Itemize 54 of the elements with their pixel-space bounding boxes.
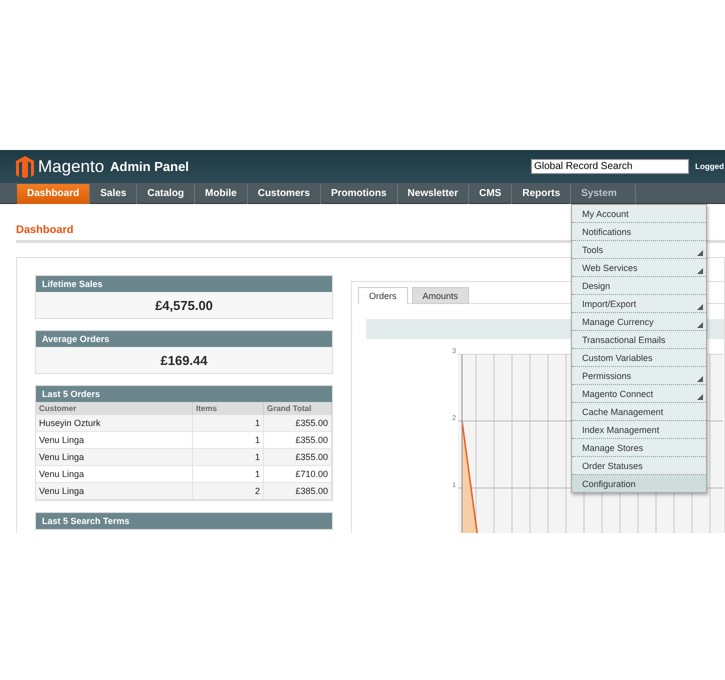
table-cell: £385.00 bbox=[264, 482, 332, 500]
nav-tab[interactable]: Customers bbox=[248, 184, 321, 204]
menu-item[interactable]: Notifications bbox=[572, 223, 706, 241]
table-cell: 2 bbox=[192, 482, 264, 500]
table-cell: 1 bbox=[192, 415, 264, 432]
menu-item[interactable]: Cache Management bbox=[572, 403, 706, 421]
box-header: Last 5 Search Terms bbox=[36, 513, 332, 529]
column-header: Grand Total bbox=[264, 402, 332, 415]
table-cell: 1 bbox=[192, 466, 264, 482]
logo-text: Magento bbox=[38, 156, 104, 176]
nav-tab[interactable]: Newsletter bbox=[398, 184, 470, 204]
box-header: Average Orders bbox=[36, 331, 332, 347]
menu-item[interactable]: Design bbox=[572, 277, 706, 295]
search-field[interactable]: Global Record Search bbox=[531, 159, 690, 174]
table-cell: 1 bbox=[192, 448, 264, 466]
table-cell: £355.00 bbox=[264, 415, 332, 432]
table-cell: £355.00 bbox=[264, 448, 332, 466]
nav-tab[interactable]: Promotions bbox=[320, 184, 398, 204]
menu-item[interactable]: Index Management bbox=[572, 421, 706, 439]
nav-tab[interactable]: Sales bbox=[90, 184, 138, 204]
table-cell: Huseyin Ozturk bbox=[36, 415, 192, 432]
column-header: Customer bbox=[36, 402, 192, 415]
panel-title: Admin Panel bbox=[110, 159, 189, 174]
table-cell: £710.00 bbox=[264, 466, 332, 482]
menu-item[interactable]: Configuration bbox=[572, 475, 706, 492]
table-cell: Venu Linga bbox=[36, 448, 192, 466]
menu-item[interactable]: Manage Stores bbox=[572, 439, 706, 457]
table-cell: Venu Linga bbox=[36, 432, 192, 448]
menu-item[interactable]: Permissions bbox=[572, 367, 706, 385]
menu-item[interactable]: My Account bbox=[572, 205, 706, 223]
menu-item[interactable]: Tools bbox=[572, 241, 706, 259]
nav-tab[interactable]: Reports bbox=[512, 184, 572, 204]
menu-item[interactable]: Magento Connect bbox=[572, 385, 706, 403]
menu-item[interactable]: Web Services bbox=[572, 259, 706, 277]
chart-tab[interactable]: Orders bbox=[358, 287, 408, 304]
nav-tab[interactable]: Mobile bbox=[195, 184, 248, 204]
table-cell: Venu Linga bbox=[36, 482, 192, 500]
menu-item[interactable]: Import/Export bbox=[572, 295, 706, 313]
table-cell: £355.00 bbox=[264, 432, 332, 448]
menu-item[interactable]: Manage Currency bbox=[572, 313, 706, 331]
table-cell: Venu Linga bbox=[36, 466, 192, 482]
logo-icon bbox=[16, 156, 34, 178]
column-header: Items bbox=[192, 402, 264, 415]
menu-item[interactable]: Transactional Emails bbox=[572, 331, 706, 349]
box-header: Last 5 Orders bbox=[36, 386, 332, 402]
table-cell: 1 bbox=[192, 432, 264, 448]
sales-value: £4,575.00 bbox=[154, 297, 214, 315]
average-value: £169.44 bbox=[160, 352, 208, 370]
nav-tab[interactable]: CMS bbox=[469, 184, 512, 204]
nav-tab[interactable]: Catalog bbox=[137, 184, 196, 204]
chart-tab[interactable]: Amounts bbox=[412, 287, 470, 304]
box-header: Lifetime Sales bbox=[36, 276, 332, 292]
user-text: Logged bbox=[695, 162, 724, 171]
menu-item[interactable]: Custom Variables bbox=[572, 349, 706, 367]
